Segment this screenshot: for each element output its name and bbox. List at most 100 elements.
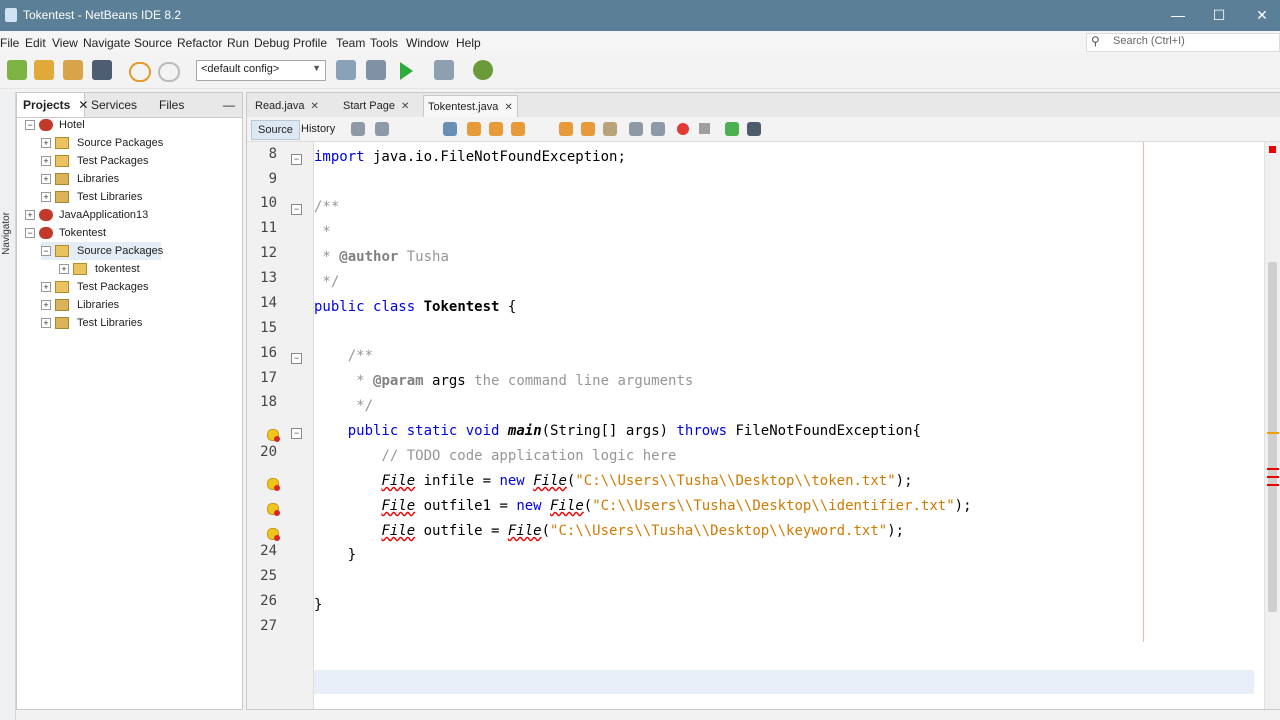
config-select[interactable]: <default config> ▼ [196, 60, 326, 81]
open-project-icon[interactable] [63, 60, 83, 80]
menu-source[interactable]: Source [134, 36, 172, 50]
right-margin-line [1143, 142, 1144, 642]
library-icon [55, 317, 69, 329]
source-button[interactable]: Source [251, 120, 300, 140]
package-icon [55, 245, 69, 257]
menu-edit[interactable]: Edit [25, 36, 46, 50]
project-icon [39, 119, 53, 131]
tab-services[interactable]: Services [91, 93, 151, 117]
profile-icon[interactable] [473, 60, 493, 80]
undo-icon[interactable] [129, 62, 151, 82]
navigator-strip[interactable]: Navigator [0, 92, 16, 720]
warning-bulb-icon[interactable] [267, 429, 280, 442]
expand-icon[interactable]: + [41, 192, 51, 202]
expand-icon[interactable]: + [41, 156, 51, 166]
menu-debug[interactable]: Debug [254, 36, 289, 50]
debug-icon[interactable] [434, 60, 454, 80]
collapse-icon[interactable]: − [41, 246, 51, 256]
find-next-icon[interactable] [489, 122, 503, 136]
fold-icon[interactable]: − [291, 154, 302, 165]
scrollbar-thumb[interactable] [1268, 262, 1277, 612]
shift-left-icon[interactable] [629, 122, 643, 136]
previous-bookmark-icon[interactable] [559, 122, 573, 136]
redo-icon[interactable] [158, 62, 180, 82]
fold-icon[interactable]: − [291, 428, 302, 439]
error-bulb-icon[interactable] [267, 503, 280, 516]
code-line: * @param args the command line arguments [314, 373, 694, 389]
toggle-bookmark-icon[interactable] [603, 122, 617, 136]
stop-macro-icon[interactable] [699, 123, 710, 134]
start-macro-icon[interactable] [677, 123, 689, 135]
tree-item[interactable]: − Source Packages [41, 242, 163, 260]
fold-icon[interactable]: − [291, 204, 302, 215]
close-icon[interactable]: ✕ [78, 98, 88, 112]
expand-icon[interactable]: + [25, 210, 35, 220]
comment-icon[interactable] [725, 122, 739, 136]
tab-read-java[interactable]: Read.java ✕ [251, 95, 323, 117]
close-icon[interactable]: ✕ [1242, 4, 1280, 26]
error-bulb-icon[interactable] [267, 478, 280, 491]
expand-icon[interactable]: + [41, 174, 51, 184]
vertical-scrollbar[interactable] [1264, 142, 1280, 709]
new-file-icon[interactable] [34, 60, 54, 80]
menu-run[interactable]: Run [227, 36, 249, 50]
warning-marker[interactable] [1267, 432, 1279, 434]
code-editor[interactable]: import java.io.FileNotFoundException; /*… [314, 142, 1254, 709]
menu-navigate[interactable]: Navigate [83, 36, 130, 50]
code-line: * [314, 224, 331, 240]
library-icon [55, 299, 69, 311]
new-project-icon[interactable] [7, 60, 27, 80]
run-icon[interactable] [400, 62, 413, 80]
project-icon [39, 209, 53, 221]
menu-tools[interactable]: Tools [370, 36, 398, 50]
shift-right-icon[interactable] [651, 122, 665, 136]
error-bulb-icon[interactable] [267, 528, 280, 541]
code-line: public static void main(String[] args) t… [347, 423, 921, 439]
tab-start-page[interactable]: Start Page ✕ [339, 95, 413, 117]
minimize-panel-icon[interactable]: — [223, 93, 237, 117]
save-all-icon[interactable] [92, 60, 112, 80]
clean-build-icon[interactable] [366, 60, 386, 80]
menu-profile[interactable]: Profile [293, 36, 327, 50]
history-button[interactable]: History [295, 120, 341, 138]
expand-icon[interactable]: + [59, 264, 69, 274]
menu-file[interactable]: File [0, 36, 19, 50]
close-icon[interactable]: ✕ [504, 102, 512, 113]
error-marker[interactable] [1267, 484, 1279, 486]
close-icon[interactable]: ✕ [401, 101, 409, 112]
find-icon[interactable] [443, 122, 457, 136]
error-marker[interactable] [1267, 476, 1279, 478]
error-marker[interactable] [1267, 468, 1279, 470]
error-status-icon[interactable] [1269, 146, 1276, 153]
menu-window[interactable]: Window [406, 36, 449, 50]
collapse-icon[interactable]: − [25, 228, 35, 238]
toggle-highlight-icon[interactable] [511, 122, 525, 136]
maximize-icon[interactable]: ☐ [1199, 4, 1239, 26]
code-line: /** [314, 199, 340, 215]
tab-files[interactable]: Files [159, 93, 199, 117]
find-previous-icon[interactable] [467, 122, 481, 136]
expand-icon[interactable]: + [41, 318, 51, 328]
tab-projects[interactable]: Projects ✕ [17, 93, 88, 117]
expand-icon[interactable]: + [41, 282, 51, 292]
last-edit-icon[interactable] [351, 122, 365, 136]
expand-icon[interactable]: + [41, 300, 51, 310]
collapse-icon[interactable]: − [25, 120, 35, 130]
fold-icon[interactable]: − [291, 353, 302, 364]
code-line: import java.io.FileNotFoundException; [314, 149, 626, 165]
menu-refactor[interactable]: Refactor [177, 36, 222, 50]
menu-help[interactable]: Help [456, 36, 481, 50]
minimize-icon[interactable]: — [1158, 4, 1198, 26]
next-bookmark-icon[interactable] [581, 122, 595, 136]
expand-icon[interactable]: + [41, 138, 51, 148]
tab-tokentest-java[interactable]: Tokentest.java ✕ [423, 95, 518, 118]
menu-team[interactable]: Team [336, 36, 365, 50]
package-icon [55, 137, 69, 149]
build-icon[interactable] [336, 60, 356, 80]
menu-view[interactable]: View [52, 36, 78, 50]
projects-panel: Projects ✕ Services Files — − Hotel + Sou… [16, 92, 243, 710]
search-input[interactable]: ⚲ Search (Ctrl+I) [1086, 33, 1280, 52]
close-icon[interactable]: ✕ [311, 101, 319, 112]
back-icon[interactable] [375, 122, 389, 136]
uncomment-icon[interactable] [747, 122, 761, 136]
